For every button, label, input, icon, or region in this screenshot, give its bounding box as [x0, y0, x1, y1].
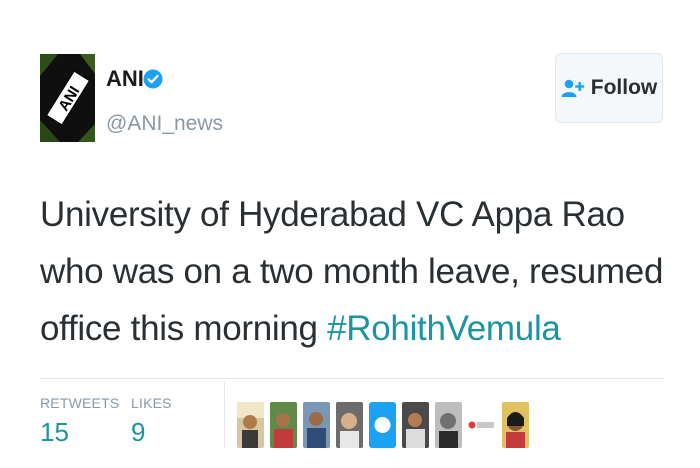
author-name[interactable]: ANI — [106, 66, 144, 92]
author-avatar[interactable]: ANI — [40, 54, 95, 142]
likers-avatars — [237, 402, 529, 448]
follow-button-label: Follow — [590, 76, 658, 99]
liker-avatar[interactable] — [336, 402, 363, 448]
stats-divider-vertical — [224, 382, 225, 448]
liker-avatar[interactable] — [270, 402, 297, 448]
retweets-stat[interactable]: RETWEETS 15 — [40, 395, 119, 448]
likes-label: LIKES — [131, 395, 172, 411]
liker-avatar[interactable] — [402, 402, 429, 448]
likes-stat[interactable]: LIKES 9 — [131, 395, 172, 448]
liker-avatar[interactable] — [369, 402, 396, 448]
tweet-text: University of Hyderabad VC Appa Rao who … — [40, 186, 670, 357]
liker-avatar[interactable] — [435, 402, 462, 448]
follow-user-plus-icon — [561, 79, 584, 97]
follow-button[interactable]: Follow — [555, 53, 663, 123]
retweets-count: 15 — [40, 417, 69, 447]
author-handle[interactable]: @ANI_news — [106, 112, 223, 136]
liker-avatar[interactable] — [468, 417, 496, 433]
stats-divider-top — [40, 378, 664, 379]
liker-avatar[interactable] — [303, 402, 330, 448]
liker-avatar[interactable] — [237, 402, 264, 448]
hashtag-link[interactable]: #RohithVemula — [327, 309, 561, 348]
retweets-label: RETWEETS — [40, 395, 120, 411]
likes-count: 9 — [131, 417, 146, 447]
liker-avatar[interactable] — [502, 402, 529, 448]
verified-badge-icon — [143, 69, 163, 89]
